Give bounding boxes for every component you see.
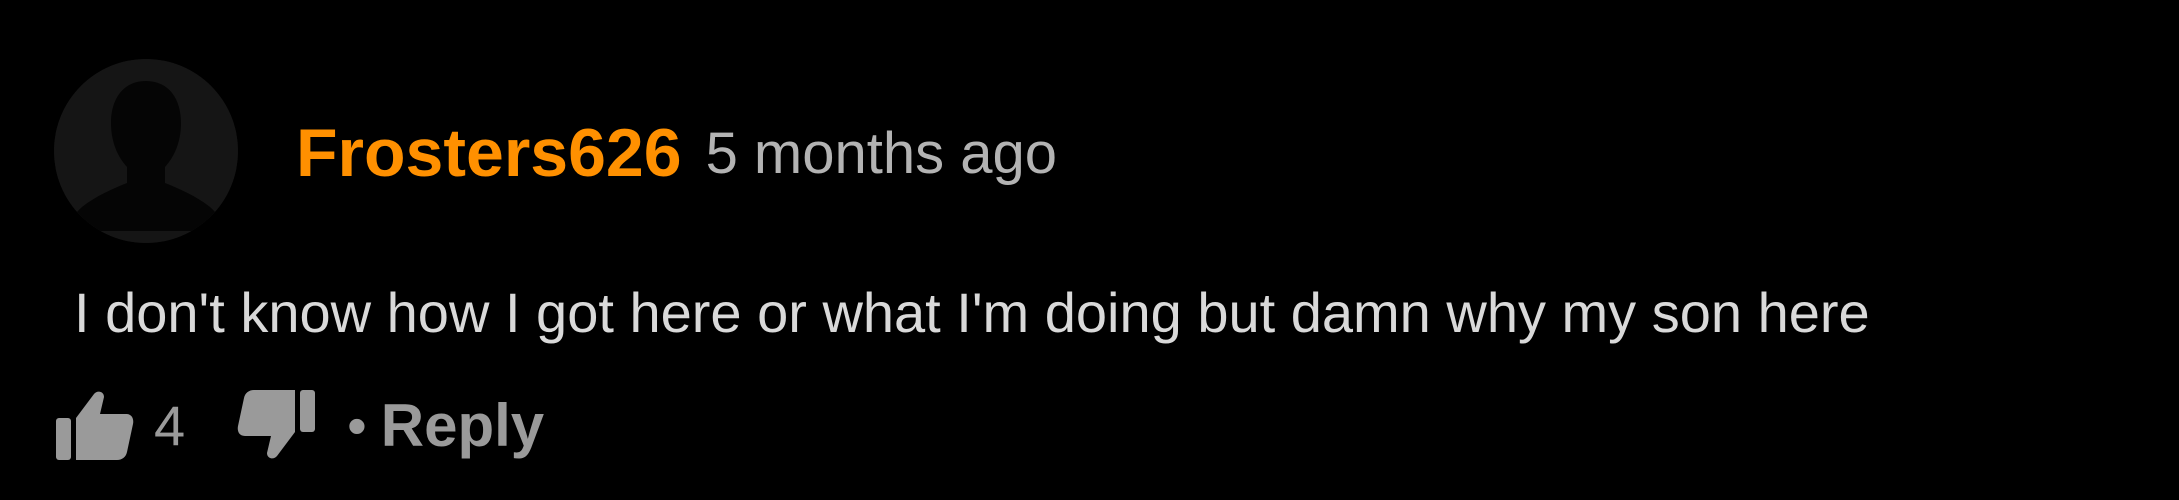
username-link[interactable]: Frosters626 bbox=[296, 114, 682, 192]
dislike-button[interactable] bbox=[237, 388, 317, 462]
like-count: 4 bbox=[154, 393, 186, 457]
comment-header: Frosters626 5 months ago bbox=[296, 108, 1057, 198]
thumbs-up-icon bbox=[56, 391, 134, 460]
avatar[interactable] bbox=[54, 59, 238, 243]
comment-text: I don't know how I got here or what I'm … bbox=[74, 281, 1870, 344]
comment-actions: 4 • Reply bbox=[54, 385, 544, 465]
reply-button[interactable]: Reply bbox=[381, 391, 544, 460]
comment: Frosters626 5 months ago I don't know ho… bbox=[0, 0, 2179, 500]
comment-timestamp: 5 months ago bbox=[705, 120, 1058, 186]
separator-dot: • bbox=[347, 393, 367, 457]
like-button[interactable]: 4 bbox=[54, 388, 185, 462]
thumbs-down-icon bbox=[237, 390, 316, 459]
default-user-silhouette-icon bbox=[54, 59, 238, 243]
